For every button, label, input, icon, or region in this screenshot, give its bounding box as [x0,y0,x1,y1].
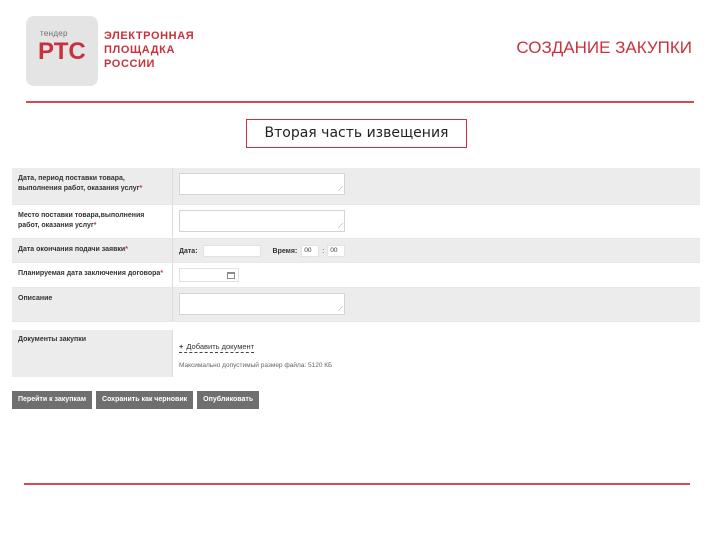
page-title: СОЗДАНИЕ ЗАКУПКИ [516,38,692,57]
required-mark: * [139,184,143,192]
form-row-application-deadline: Дата окончания подачи заявки* Дата: Врем… [12,239,700,263]
file-size-hint: Максимально допустимый размер файла: 512… [179,362,333,369]
deadline-minutes-input[interactable]: 00 [327,245,346,257]
resize-grip-icon[interactable]: ⟋ [338,306,343,313]
documents-section: Документы закупки + Добавить документ Мак… [12,330,700,377]
brand-line-3: РОССИИ [104,58,156,70]
description-textarea[interactable]: ⟋ [179,293,345,315]
delivery-place-textarea[interactable]: ⟋ [179,210,345,232]
calendar-icon[interactable] [227,272,235,279]
field-label-text: Дата окончания подачи заявки [18,246,126,253]
action-buttons: Перейти к закупкам Сохранить как чернови… [12,391,260,409]
brand-line-2: ПЛОЩАДКА [104,44,176,56]
form-row-delivery-place: Место поставки товара,выполнения работ, … [12,205,700,239]
logo-small-text: тендер [40,29,68,38]
field-label: Дата, период поставки товара, выполнения… [12,168,172,204]
form-row-description: Описание ⟋ [12,288,700,322]
field-label: Место поставки товара,выполнения работ, … [12,205,172,238]
plus-icon: + [179,342,184,351]
field-label-text: Место поставки товара,выполнения работ, … [18,212,145,229]
delivery-period-textarea[interactable]: ⟋ [179,173,345,195]
brand-name: ЭЛЕКТРОННАЯ ПЛОЩАДКА РОССИИ [104,29,224,71]
required-mark: * [125,246,128,253]
resize-grip-icon[interactable]: ⟋ [338,186,343,193]
save-draft-button[interactable]: Сохранить как черновик [96,391,194,409]
deadline-date-input[interactable] [202,245,261,257]
deadline-inputs: Дата: Время: 00 : 00 [179,244,694,258]
contract-date-input[interactable] [179,268,239,282]
time-label: Время: [272,247,298,255]
footer-divider [24,483,690,485]
add-document-label: Добавить документ [186,342,255,351]
field-cell: ⟋ [172,205,700,238]
logo: тендер РТС [26,16,98,86]
field-label-text: Планируемая дата заключения договора [18,270,161,277]
documents-field: + Добавить документ Максимально допустимы… [172,330,700,377]
publish-button[interactable]: Опубликовать [197,391,260,409]
required-mark: * [160,270,164,277]
field-cell [172,263,700,287]
field-cell: ⟋ [172,168,700,204]
field-cell: ⟋ [172,288,700,321]
field-label: Планируемая дата заключения договора* [12,263,172,287]
field-label: Дата окончания подачи заявки* [12,239,172,262]
add-document-link[interactable]: + Добавить документ [179,342,255,353]
field-label: Описание [12,288,172,321]
brand-line-1: ЭЛЕКТРОННАЯ [104,30,195,42]
logo-big-text: РТС [38,38,86,65]
time-separator: : [322,247,325,255]
date-label: Дата: [179,247,198,255]
field-label-text: Описание [18,295,53,302]
header-divider [26,101,694,103]
form-row-contract-date: Планируемая дата заключения договора* [12,263,700,288]
form-row-delivery-period: Дата, период поставки товара, выполнения… [12,168,700,205]
purchase-form: Дата, период поставки товара, выполнения… [12,168,700,322]
documents-label: Документы закупки [18,336,87,343]
field-cell: Дата: Время: 00 : 00 [172,239,700,262]
deadline-hours-input[interactable]: 00 [301,245,320,257]
field-label-text: Дата, период поставки товара, выполнения… [18,175,140,192]
section-caption: Вторая часть извещения [246,119,467,148]
required-mark: * [93,221,97,229]
go-to-purchases-button[interactable]: Перейти к закупкам [12,391,93,409]
resize-grip-icon[interactable]: ⟋ [338,223,343,230]
